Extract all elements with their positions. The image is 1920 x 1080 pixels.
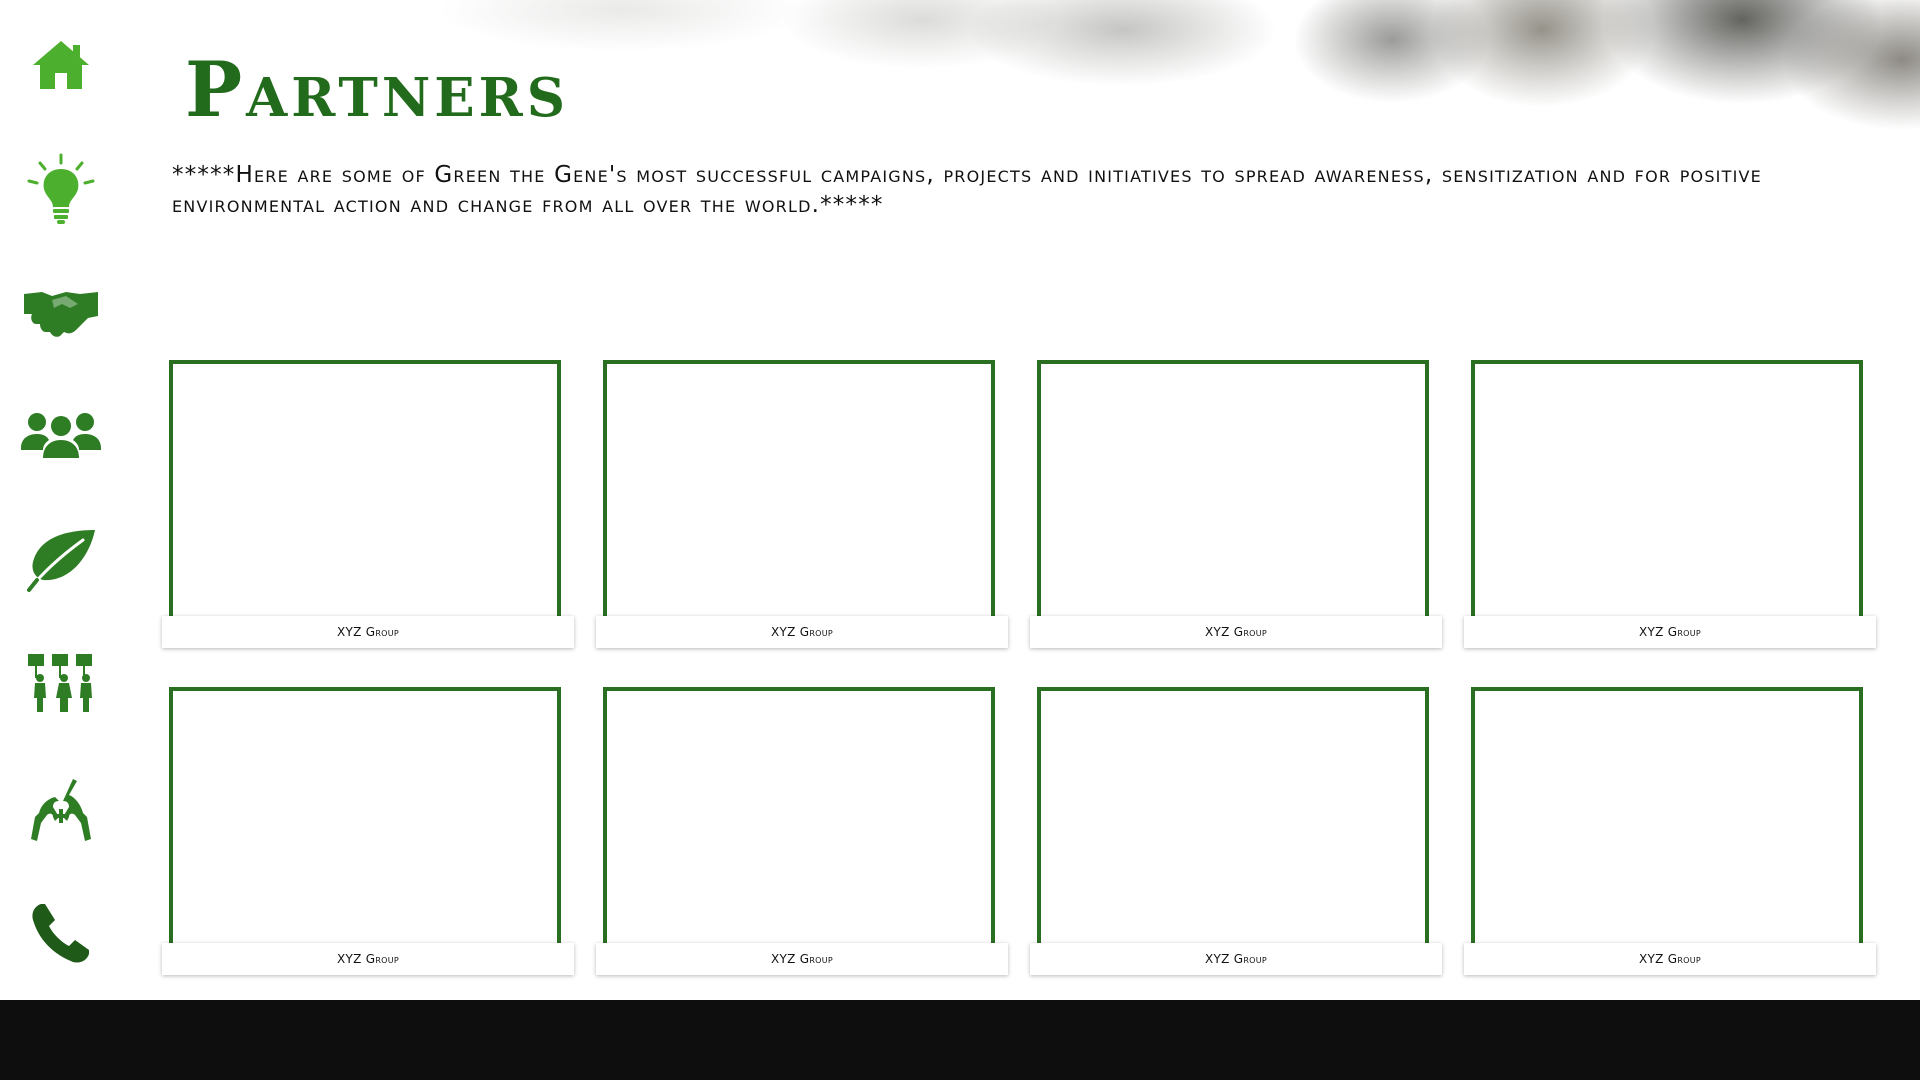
partner-name: XYZ Group — [162, 616, 574, 648]
footer-bar — [0, 1000, 1920, 1080]
sidebar-item-partners[interactable] — [12, 268, 110, 358]
partner-card[interactable]: XYZ Group — [596, 687, 1008, 977]
partner-name: XYZ Group — [596, 943, 1008, 975]
partner-logo-frame — [1471, 687, 1863, 945]
phone-icon — [32, 904, 89, 963]
sidebar-item-contact[interactable] — [12, 888, 110, 978]
partner-card[interactable]: XYZ Group — [1030, 360, 1442, 650]
sidebar-item-environment[interactable] — [12, 515, 110, 605]
home-icon — [33, 41, 89, 89]
partner-card[interactable]: XYZ Group — [162, 360, 574, 650]
sidebar-item-campaigns[interactable] — [12, 638, 110, 728]
partner-card[interactable]: XYZ Group — [1464, 687, 1876, 977]
sidebar-item-team[interactable] — [12, 390, 110, 480]
sidebar-nav — [0, 0, 122, 1000]
lightbulb-icon — [27, 153, 95, 224]
sidebar-item-ideas[interactable] — [12, 145, 110, 235]
partner-card[interactable]: XYZ Group — [162, 687, 574, 977]
sidebar-item-home[interactable] — [12, 20, 110, 110]
partner-logo-frame — [1037, 687, 1429, 945]
partner-name: XYZ Group — [1464, 616, 1876, 648]
partner-logo-frame — [1037, 360, 1429, 618]
partner-name: XYZ Group — [1030, 943, 1442, 975]
protesters-icon — [28, 654, 92, 712]
page-title: Partners — [185, 45, 569, 134]
partner-name: XYZ Group — [596, 616, 1008, 648]
partner-logo-frame — [169, 360, 561, 618]
handshake-icon — [24, 292, 98, 337]
leaf-icon — [27, 530, 95, 592]
hands-plus-icon — [31, 779, 91, 841]
partner-card[interactable]: XYZ Group — [1030, 687, 1442, 977]
partner-card[interactable]: XYZ Group — [596, 360, 1008, 650]
partner-logo-frame — [603, 687, 995, 945]
partner-name: XYZ Group — [162, 943, 574, 975]
people-group-icon — [21, 413, 101, 458]
page-intro-text: *****Here are some of Green the Gene's m… — [172, 162, 1762, 218]
partner-logo-frame — [169, 687, 561, 945]
partner-logo-frame — [603, 360, 995, 618]
sidebar-item-help[interactable] — [12, 765, 110, 855]
partner-card[interactable]: XYZ Group — [1464, 360, 1876, 650]
partner-logo-frame — [1471, 360, 1863, 618]
page: Partners *****Here are some of Green the… — [0, 0, 1920, 1080]
partner-name: XYZ Group — [1464, 943, 1876, 975]
partner-name: XYZ Group — [1030, 616, 1442, 648]
